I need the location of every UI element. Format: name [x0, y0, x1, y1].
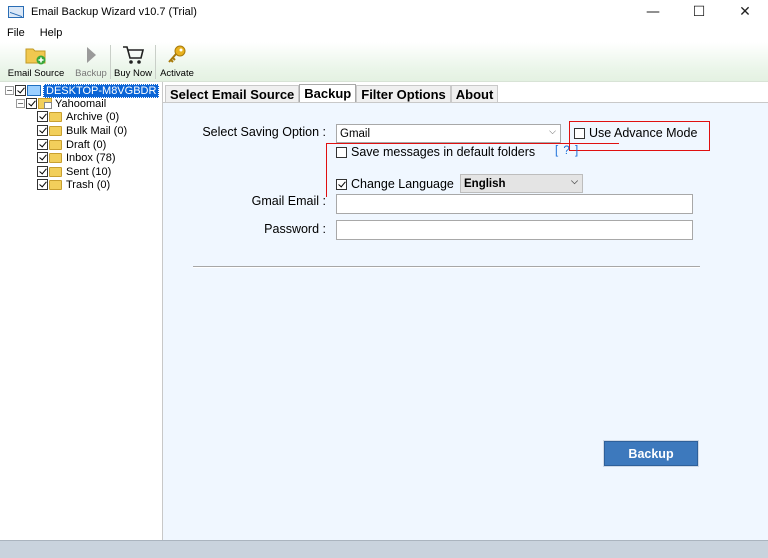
tree-checkbox[interactable]	[26, 98, 37, 109]
app-envelope-icon	[8, 6, 24, 18]
folder-icon	[49, 179, 62, 190]
status-bar	[0, 540, 768, 558]
backup-button[interactable]: Backup	[604, 441, 698, 466]
save-default-folders-label: Save messages in default folders	[351, 145, 536, 159]
use-advance-mode-label: Use Advance Mode	[589, 126, 698, 140]
tree-folder-label[interactable]: Trash (0)	[66, 179, 110, 191]
help-link[interactable]: [ ? ]	[555, 145, 579, 157]
tree-checkbox[interactable]	[37, 152, 48, 163]
mailbox-icon	[38, 98, 52, 109]
menu-bar: File Help	[0, 24, 768, 42]
folder-icon	[49, 111, 62, 122]
folder-tree: − DESKTOP-M8VGBDR − Yahoomail Archive (0…	[0, 82, 163, 540]
language-select[interactable]: English ⌵	[460, 174, 583, 193]
buy-now-button[interactable]: Buy Now	[111, 42, 155, 82]
tree-node-account[interactable]: − Yahoomail	[16, 97, 106, 110]
password-label: Password :	[264, 222, 326, 236]
minimize-button[interactable]: —	[630, 0, 676, 24]
tab-backup[interactable]: Backup	[299, 84, 357, 103]
window-title: Email Backup Wizard v10.7 (Trial)	[31, 6, 197, 18]
gmail-email-input[interactable]	[336, 194, 693, 214]
close-button[interactable]: ✕	[722, 0, 768, 24]
computer-icon	[27, 85, 41, 96]
tree-folder-label[interactable]: Bulk Mail (0)	[66, 125, 127, 137]
buy-now-label: Buy Now	[113, 68, 152, 79]
language-value: English	[464, 177, 506, 190]
tree-node-folder[interactable]: Sent (10)	[37, 165, 111, 178]
tree-node-folder[interactable]: Draft (0)	[37, 138, 106, 151]
activate-label: Activate	[160, 68, 194, 79]
tab-select-email-source[interactable]: Select Email Source	[165, 85, 300, 102]
change-language-label: Change Language	[351, 177, 454, 191]
activate-button[interactable]: Activate	[156, 42, 198, 82]
saving-option-value: Gmail	[340, 127, 371, 140]
tree-checkbox[interactable]	[37, 111, 48, 122]
toolbar: Email Source Backup Buy Now Activate	[0, 42, 768, 82]
shopping-cart-icon	[123, 46, 145, 64]
tree-folder-label[interactable]: Archive (0)	[66, 111, 119, 123]
backup-panel: Select Saving Option : Gmail ⌵ Use Advan…	[163, 102, 768, 540]
tree-node-desktop[interactable]: − DESKTOP-M8VGBDR	[5, 83, 160, 98]
tab-strip: Select Email Source Backup Filter Option…	[165, 84, 499, 103]
backup-toolbar-button[interactable]: Backup	[72, 42, 110, 82]
play-arrow-icon	[87, 47, 96, 63]
tree-checkbox[interactable]	[37, 125, 48, 136]
folder-icon	[49, 139, 62, 150]
divider	[193, 266, 700, 268]
collapse-icon[interactable]: −	[16, 99, 25, 108]
tree-label-desktop[interactable]: DESKTOP-M8VGBDR	[43, 83, 160, 98]
tree-node-folder[interactable]: Inbox (78)	[37, 151, 116, 164]
folder-icon	[49, 125, 62, 136]
gmail-email-label: Gmail Email :	[251, 194, 326, 208]
checkbox-box[interactable]	[574, 127, 585, 139]
tree-folder-label[interactable]: Sent (10)	[66, 166, 111, 178]
tree-checkbox[interactable]	[37, 179, 48, 190]
menu-help[interactable]: Help	[33, 27, 69, 39]
chevron-down-icon: ⌵	[571, 177, 578, 187]
tree-folder-label[interactable]: Draft (0)	[66, 139, 106, 151]
save-default-folders-checkbox[interactable]: Save messages in default folders	[336, 145, 535, 159]
tree-node-folder[interactable]: Archive (0)	[37, 110, 119, 123]
change-language-checkbox[interactable]: Change Language	[336, 177, 454, 191]
email-source-label: Email Source	[7, 68, 65, 79]
window-controls: — ☐ ✕	[630, 0, 768, 24]
chevron-down-icon: ⌵	[549, 127, 556, 137]
menu-file[interactable]: File	[0, 27, 31, 39]
maximize-button[interactable]: ☐	[676, 0, 722, 24]
tree-node-folder[interactable]: Bulk Mail (0)	[37, 124, 127, 137]
title-bar: Email Backup Wizard v10.7 (Trial) — ☐ ✕	[0, 0, 768, 24]
tab-about[interactable]: About	[450, 85, 499, 102]
folder-icon	[49, 166, 62, 177]
saving-option-select[interactable]: Gmail ⌵	[336, 124, 561, 143]
tree-checkbox[interactable]	[37, 166, 48, 177]
tree-folder-label[interactable]: Inbox (78)	[66, 152, 116, 164]
tree-label-account[interactable]: Yahoomail	[55, 98, 106, 110]
email-source-button[interactable]: Email Source	[0, 42, 72, 82]
tree-checkbox[interactable]	[15, 85, 26, 96]
saving-option-label: Select Saving Option :	[202, 125, 326, 139]
checkbox-box[interactable]	[336, 146, 347, 158]
checkbox-box[interactable]	[336, 178, 347, 190]
folder-add-icon	[25, 48, 46, 65]
tree-node-folder[interactable]: Trash (0)	[37, 178, 110, 191]
tab-filter-options[interactable]: Filter Options	[356, 85, 451, 102]
tree-checkbox[interactable]	[37, 139, 48, 150]
backup-toolbar-label: Backup	[75, 68, 107, 79]
key-icon	[168, 45, 186, 63]
use-advance-mode-checkbox[interactable]: Use Advance Mode	[574, 126, 697, 140]
folder-icon	[49, 152, 62, 163]
password-input[interactable]	[336, 220, 693, 240]
collapse-icon[interactable]: −	[5, 86, 14, 95]
